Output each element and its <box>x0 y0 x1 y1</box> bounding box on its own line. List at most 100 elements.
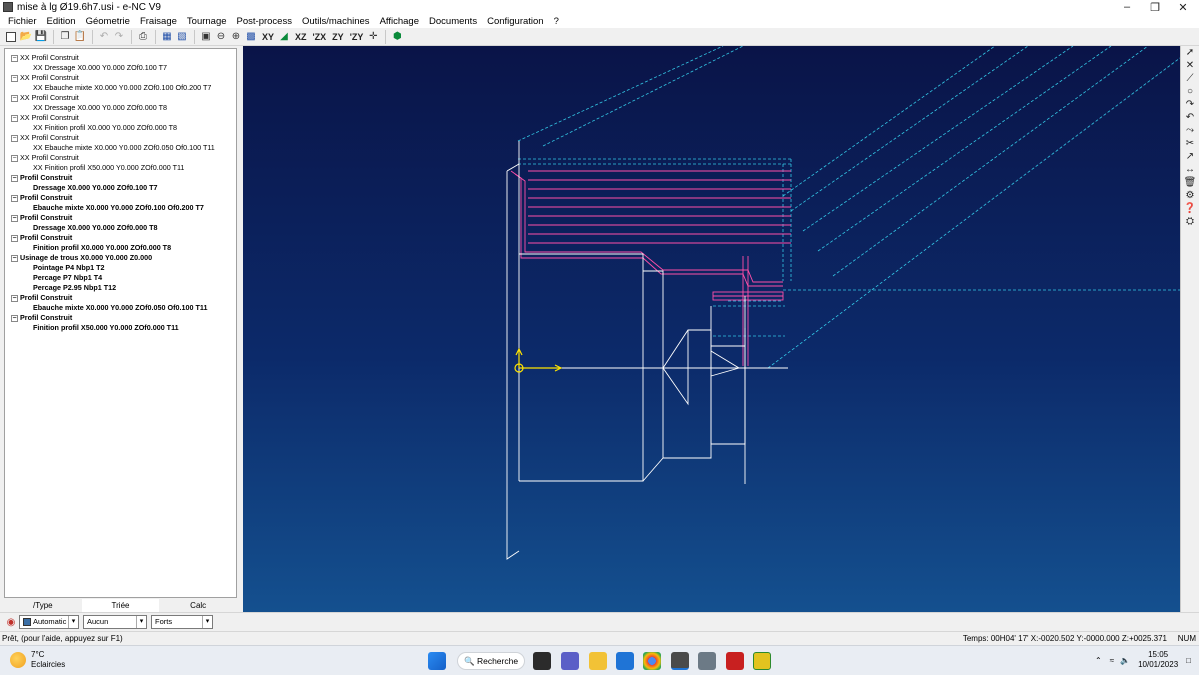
layers-icon[interactable]: ▦ <box>160 30 174 44</box>
wifi-icon[interactable]: ≈ <box>1110 656 1114 665</box>
axes-icon[interactable]: ✛ <box>366 30 380 44</box>
circle-icon[interactable]: ○ <box>1183 86 1197 98</box>
collapse-icon[interactable]: − <box>11 235 18 242</box>
cad-viewport[interactable] <box>243 46 1180 612</box>
solid-view-icon[interactable]: ⬢ <box>390 30 404 44</box>
view-xy-button[interactable]: XY <box>262 32 274 42</box>
tree-leaf[interactable]: XX Finition profil X0.000 Y0.000 ZOf0.00… <box>5 123 236 133</box>
pointer-icon[interactable]: ➚ <box>1183 47 1197 59</box>
tree-leaf[interactable]: Pointage P4 Nbp1 T2 <box>5 263 236 273</box>
delete-icon[interactable]: 🗑 <box>1183 177 1197 189</box>
tree-node[interactable]: − XX Profil Construit <box>5 93 236 103</box>
tree-node[interactable]: − Profil Construit <box>5 173 236 183</box>
collapse-icon[interactable]: − <box>11 295 18 302</box>
tree-node[interactable]: − XX Profil Construit <box>5 113 236 123</box>
tree-leaf[interactable]: Ebauche mixte X0.000 Y0.000 ZOf0.100 Of0… <box>5 203 236 213</box>
line-style-select[interactable]: Forts ▾ <box>151 615 213 629</box>
close-button[interactable]: ✕ <box>1169 0 1197 14</box>
zoom-fit-icon[interactable]: ▩ <box>244 30 258 44</box>
extend-icon[interactable]: ↗ <box>1183 151 1197 163</box>
collapse-icon[interactable]: − <box>11 315 18 322</box>
tree-node[interactable]: − XX Profil Construit <box>5 53 236 63</box>
menu-item[interactable]: Configuration <box>482 16 549 27</box>
undo-icon[interactable]: ↶ <box>97 30 111 44</box>
tree-node[interactable]: − XX Profil Construit <box>5 73 236 83</box>
tree-node[interactable]: − Profil Construit <box>5 313 236 323</box>
save-icon[interactable]: 💾 <box>34 30 48 44</box>
search-box[interactable]: 🔍 Recherche <box>457 652 525 670</box>
view-zx-button[interactable]: 'ZX <box>313 32 327 42</box>
tree-leaf[interactable]: Finition profil X50.000 Y0.000 ZOf0.000 … <box>5 323 236 333</box>
tree-node[interactable]: − Profil Construit <box>5 193 236 203</box>
tray-chevron-icon[interactable]: ⌃ <box>1095 656 1102 665</box>
collapse-icon[interactable]: − <box>11 115 18 122</box>
tree-node[interactable]: − Profil Construit <box>5 233 236 243</box>
tree-leaf[interactable]: XX Ebauche mixte X0.000 Y0.000 ZOf0.100 … <box>5 83 236 93</box>
zoom-window-icon[interactable]: ▣ <box>199 30 213 44</box>
tree-leaf[interactable]: XX Dressage X0.000 Y0.000 ZOf0.000 T8 <box>5 103 236 113</box>
tree-node[interactable]: − XX Profil Construit <box>5 133 236 143</box>
teams-chat-icon[interactable] <box>561 652 579 670</box>
menu-item[interactable]: Documents <box>424 16 482 27</box>
tree-leaf[interactable]: Ebauche mixte X0.000 Y0.000 ZOf0.050 Of0… <box>5 303 236 313</box>
line-icon[interactable]: ⟋ <box>1183 73 1197 85</box>
paste-icon[interactable]: 📋 <box>73 30 87 44</box>
tree-leaf[interactable]: Finition profil X0.000 Y0.000 ZOf0.000 T… <box>5 243 236 253</box>
redo-icon[interactable]: ↷ <box>112 30 126 44</box>
tab-calc[interactable]: Calc <box>159 599 237 613</box>
collapse-icon[interactable]: − <box>11 135 18 142</box>
tree-leaf[interactable]: Dressage X0.000 Y0.000 ZOf0.000 T8 <box>5 223 236 233</box>
menu-item[interactable]: Edition <box>42 16 81 27</box>
menu-item[interactable]: Affichage <box>375 16 424 27</box>
chrome-icon[interactable] <box>643 652 661 670</box>
task-view-icon[interactable] <box>533 652 551 670</box>
view-xz-button[interactable]: XZ <box>295 32 307 42</box>
view-zy-button[interactable]: ZY <box>332 32 344 42</box>
tree-leaf[interactable]: Percage P7 Nbp1 T4 <box>5 273 236 283</box>
trim-icon[interactable]: ✂ <box>1183 138 1197 150</box>
start-icon[interactable] <box>428 652 446 670</box>
tab-type[interactable]: /Type <box>4 599 82 613</box>
tree-leaf[interactable]: XX Ebauche mixte X0.000 Y0.000 ZOf0.050 … <box>5 143 236 153</box>
pdf-reader-icon[interactable] <box>726 652 744 670</box>
restore-button[interactable]: ❐ <box>1141 0 1169 14</box>
menu-item[interactable]: Post-process <box>232 16 297 27</box>
collapse-icon[interactable]: − <box>11 155 18 162</box>
collapse-icon[interactable]: − <box>11 195 18 202</box>
tree-node[interactable]: − XX Profil Construit <box>5 153 236 163</box>
tree-leaf[interactable]: Percage P2.95 Nbp1 T12 <box>5 283 236 293</box>
volume-icon[interactable]: 🔈 <box>1120 656 1130 665</box>
tree-node[interactable]: − Profil Construit <box>5 213 236 223</box>
weather-widget[interactable]: 7°C Eclaircies <box>10 650 65 670</box>
arc-icon[interactable]: ↷ <box>1183 99 1197 111</box>
minimize-button[interactable]: – <box>1113 0 1141 14</box>
dimension-icon[interactable]: ↔ <box>1183 164 1197 176</box>
mail-icon[interactable] <box>616 652 634 670</box>
color-picker-icon[interactable]: ◉ <box>4 615 18 629</box>
menu-item[interactable]: Fraisage <box>135 16 182 27</box>
view-iso-icon[interactable]: ◢ <box>277 30 291 44</box>
collapse-icon[interactable]: − <box>11 175 18 182</box>
settings-icon[interactable]: ⛭ <box>1183 216 1197 228</box>
layers-two-icon[interactable]: ▧ <box>175 30 189 44</box>
copy-icon[interactable]: ❐ <box>58 30 72 44</box>
properties-icon[interactable]: ⚙ <box>1183 190 1197 202</box>
filter-select[interactable]: Aucun ▾ <box>83 615 147 629</box>
file-explorer-icon[interactable] <box>589 652 607 670</box>
menu-item[interactable]: Tournage <box>182 16 232 27</box>
collapse-icon[interactable]: − <box>11 215 18 222</box>
open-folder-icon[interactable]: 📂 <box>19 30 33 44</box>
menu-item[interactable]: Géometrie <box>81 16 135 27</box>
cad-app-icon[interactable] <box>753 652 771 670</box>
menu-item[interactable]: ? <box>549 16 564 27</box>
collapse-icon[interactable]: − <box>11 55 18 62</box>
collapse-icon[interactable]: − <box>11 255 18 262</box>
notification-icon[interactable]: □ <box>1186 656 1191 665</box>
zoom-out-icon[interactable]: ⊖ <box>214 30 228 44</box>
tree-leaf[interactable]: Dressage X0.000 Y0.000 ZOf0.100 T7 <box>5 183 236 193</box>
tree-leaf[interactable]: XX Dressage X0.000 Y0.000 ZOf0.100 T7 <box>5 63 236 73</box>
print-icon[interactable]: ⎙ <box>136 30 150 44</box>
tree-node[interactable]: − Profil Construit <box>5 293 236 303</box>
new-file-icon[interactable] <box>4 30 18 44</box>
collapse-icon[interactable]: − <box>11 75 18 82</box>
